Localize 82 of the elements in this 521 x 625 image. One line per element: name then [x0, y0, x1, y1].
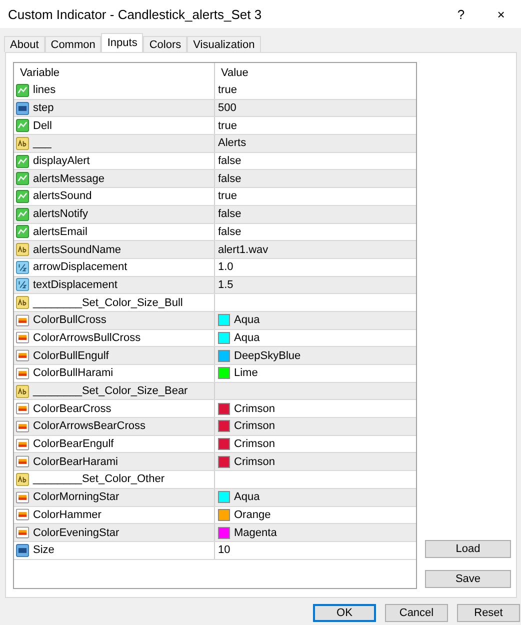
variable-name: ColorBearHarami	[33, 456, 118, 468]
column-header: Value	[220, 66, 250, 80]
variable-name: ColorMorningStar	[33, 491, 120, 504]
variable-value[interactable]: false	[218, 208, 242, 220]
string-icon	[16, 472, 29, 486]
variable-value[interactable]: Lime	[234, 367, 258, 380]
side-button[interactable]: Save	[425, 570, 511, 588]
variable-name: ColorEveningStar	[33, 526, 120, 539]
variable-name: alertsSound	[33, 190, 92, 202]
variable-value[interactable]: Alerts	[218, 137, 246, 150]
variable-name: ColorBearCross	[33, 402, 112, 415]
string-icon	[16, 243, 29, 256]
variable-value[interactable]: 10	[218, 544, 230, 556]
variable-name: Dell	[33, 120, 52, 132]
fraction-icon	[16, 278, 29, 292]
variable-name: ColorBullEngulf	[33, 350, 109, 362]
variable-value[interactable]: false	[218, 155, 242, 168]
variable-name: ColorBearEngulf	[33, 438, 114, 450]
fraction-icon	[16, 260, 29, 274]
variable-name: ________Set_Color_Size_Bull	[33, 296, 183, 309]
integer-icon	[16, 544, 29, 557]
variable-name: step	[33, 102, 54, 114]
variable-name: ________Set_Color_Other	[33, 473, 164, 486]
side-button[interactable]: Load	[425, 540, 511, 558]
variable-name: ________Set_Color_Size_Bear	[33, 385, 188, 398]
variable-value[interactable]: false	[218, 226, 242, 238]
variable-name: lines	[33, 84, 56, 96]
dialog-button[interactable]: Cancel	[385, 604, 448, 622]
color-icon	[16, 455, 29, 468]
variable-value[interactable]: 1.0	[218, 261, 234, 274]
string-icon	[16, 384, 29, 398]
color-icon	[16, 420, 29, 433]
variable-value[interactable]: Aqua	[234, 314, 260, 326]
boolean-icon	[16, 208, 29, 221]
close-button[interactable]: ×	[481, 0, 521, 28]
variable-value[interactable]: true	[218, 190, 237, 202]
variable-value[interactable]: Crimson	[234, 438, 275, 450]
variable-value[interactable]: true	[218, 120, 237, 132]
boolean-icon	[16, 172, 29, 186]
tab[interactable]: Inputs	[101, 33, 144, 52]
string-icon	[16, 136, 29, 150]
tab[interactable]: About	[4, 36, 45, 52]
dialog-button[interactable]: Reset	[457, 604, 520, 622]
color-icon	[16, 349, 29, 362]
variable-value[interactable]: Aqua	[234, 491, 260, 504]
variable-name: arrowDisplacement	[33, 261, 128, 274]
variable-value[interactable]: Magenta	[234, 526, 277, 539]
variable-name: ColorHammer	[33, 508, 102, 521]
variable-value[interactable]: Crimson	[234, 420, 275, 432]
variable-value[interactable]: true	[218, 84, 237, 96]
variable-value[interactable]: 500	[218, 102, 236, 114]
variable-name: alertsNotify	[33, 208, 88, 220]
variable-value[interactable]: Crimson	[234, 456, 275, 468]
variable-name: Size	[33, 544, 54, 556]
tab[interactable]: Colors	[143, 36, 188, 52]
variable-value[interactable]: alert1.wav	[218, 244, 268, 256]
variable-name: ColorBullHarami	[33, 367, 114, 380]
integer-icon	[16, 102, 29, 115]
variable-value[interactable]: 1.5	[218, 278, 234, 291]
variable-value[interactable]: Aqua	[234, 332, 260, 344]
variable-name: ___	[33, 137, 52, 150]
variable-name: alertsSoundName	[33, 244, 122, 256]
help-button[interactable]: ?	[441, 0, 481, 28]
variable-name: alertsEmail	[33, 226, 88, 238]
dialog-button[interactable]: OK	[313, 604, 376, 622]
string-icon	[16, 296, 29, 310]
tab[interactable]: Visualization	[187, 36, 261, 52]
variable-name: ColorArrowsBullCross	[33, 332, 141, 344]
variable-name: textDisplacement	[33, 278, 118, 291]
color-icon	[16, 490, 29, 504]
color-icon	[16, 314, 29, 327]
variable-name: ColorBullCross	[33, 314, 106, 326]
color-icon	[16, 526, 29, 540]
window-title: Custom Indicator - Candlestick_alerts_Set 3	[8, 6, 262, 22]
variable-value[interactable]: DeepSkyBlue	[234, 350, 301, 362]
variable-value[interactable]: Crimson	[234, 402, 275, 415]
variable-name: alertsMessage	[33, 172, 105, 185]
variable-value[interactable]: false	[218, 172, 242, 185]
variable-value[interactable]: Orange	[234, 508, 271, 521]
tab[interactable]: Common	[44, 36, 102, 52]
variable-name: ColorArrowsBearCross	[33, 420, 146, 432]
variable-name: displayAlert	[33, 155, 90, 168]
